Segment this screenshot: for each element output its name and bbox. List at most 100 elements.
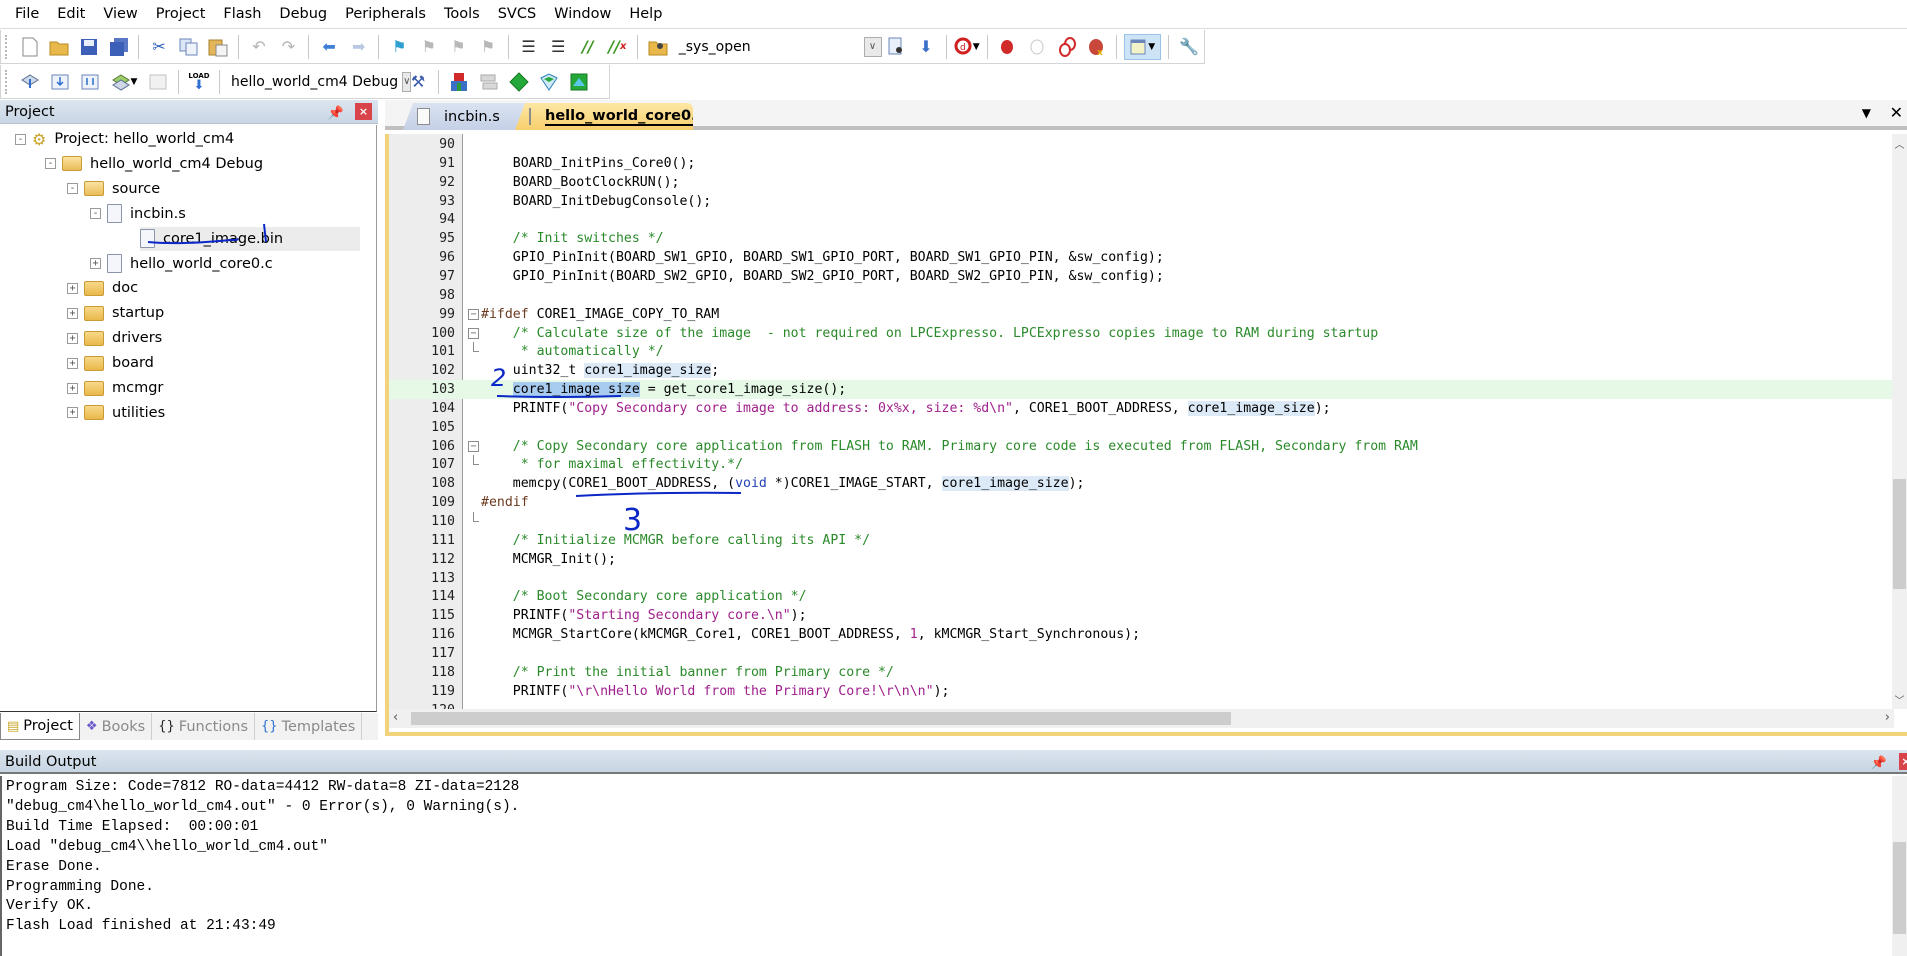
fold-toggle-icon[interactable]: − (468, 308, 479, 320)
target-options-icon[interactable]: ⚒ (405, 69, 431, 95)
rebuild-icon[interactable] (77, 69, 103, 95)
undo-icon[interactable]: ↶ (246, 34, 272, 60)
collapse-icon[interactable]: - (67, 183, 78, 195)
fold-toggle-icon[interactable]: − (468, 327, 479, 339)
code-line[interactable]: 116 MCMGR_StartCore(kMCMGR_Core1, CORE1_… (389, 625, 1894, 644)
expand-icon[interactable]: + (67, 282, 78, 294)
menu-peripherals[interactable]: Peripherals (336, 0, 435, 29)
build-output-scrollbar[interactable] (1892, 776, 1907, 956)
scroll-down-icon[interactable]: ﹀ (1892, 692, 1907, 707)
select-packs-icon[interactable] (506, 69, 532, 95)
code-line[interactable]: 111 /* Initialize MCMGR before calling i… (389, 531, 1894, 550)
manage-components-icon[interactable] (446, 69, 472, 95)
navigate-back-icon[interactable]: ⬅ (316, 34, 342, 60)
tab-hello-world-core0-c[interactable]: hello_world_core0.c (515, 103, 693, 130)
code-line[interactable]: 115 PRINTF("Starting Secondary core.\n")… (389, 606, 1894, 625)
fold-toggle-icon[interactable]: − (468, 440, 479, 452)
code-line[interactable]: 93 BOARD_InitDebugConsole(); (389, 192, 1894, 211)
code-line[interactable]: 96 GPIO_PinInit(BOARD_SW1_GPIO, BOARD_SW… (389, 248, 1894, 267)
target-select[interactable]: hello_world_cm4 Debug ∨ (225, 70, 412, 94)
build-output-window[interactable]: Program Size: Code=7812 RO-data=4412 RW-… (0, 776, 1907, 956)
cut-icon[interactable]: ✂ (146, 34, 172, 60)
code-line[interactable]: 106 − /* Copy Secondary core application … (389, 437, 1894, 456)
new-file-icon[interactable] (17, 34, 43, 60)
paste-icon[interactable] (206, 34, 232, 60)
menu-project[interactable]: Project (147, 0, 215, 29)
close-tab-icon[interactable]: ✕ (1890, 103, 1903, 122)
menu-debug[interactable]: Debug (270, 0, 336, 29)
menu-file[interactable]: File (6, 0, 48, 29)
incremental-find-icon[interactable]: ⬇ (913, 34, 939, 60)
code-line[interactable]: 120 (389, 701, 1894, 710)
clear-bookmarks-icon[interactable]: ⚑ (475, 34, 501, 60)
kill-breakpoints-icon[interactable]: x (1083, 34, 1109, 60)
find-combo-value[interactable]: _sys_open (679, 39, 860, 55)
collapse-icon[interactable]: - (15, 133, 26, 145)
translate-icon[interactable] (17, 69, 43, 95)
scroll-up-icon[interactable]: ︿ (1892, 136, 1907, 151)
scroll-left-icon[interactable]: ‹ (393, 710, 398, 725)
code-line[interactable]: 108 memcpy(CORE1_BOOT_ADDRESS, (void *)C… (389, 474, 1894, 493)
code-line[interactable]: 107 * for maximal effectivity.*/ (389, 455, 1894, 474)
save-icon[interactable] (76, 34, 102, 60)
code-line[interactable]: 90 (389, 135, 1894, 154)
collapse-icon[interactable]: - (45, 158, 56, 170)
prev-bookmark-icon[interactable]: ⚑ (416, 34, 442, 60)
code-line[interactable]: 98 (389, 286, 1894, 305)
target-select-value[interactable]: hello_world_cm4 Debug (231, 74, 398, 90)
tree-item[interactable]: + startup (67, 301, 164, 325)
tab-books[interactable]: ❖ Books (80, 713, 153, 740)
toolbar-grip[interactable] (5, 34, 9, 59)
code-line[interactable]: 95 /* Init switches */ (389, 229, 1894, 248)
code-line[interactable]: 92 BOARD_BootClockRUN(); (389, 173, 1894, 192)
editor-horizontal-scrollbar[interactable]: ‹ › (389, 709, 1894, 728)
code-line[interactable]: 94 (389, 210, 1894, 229)
tree-item[interactable]: + mcmgr (67, 376, 163, 400)
indent-icon[interactable]: ☰ (516, 34, 542, 60)
code-line[interactable]: 117 (389, 644, 1894, 663)
batch-build-icon[interactable]: ▼ (107, 69, 141, 95)
chevron-down-icon[interactable]: ∨ (863, 36, 882, 57)
menu-edit[interactable]: Edit (48, 0, 94, 29)
menu-view[interactable]: View (94, 0, 146, 29)
code-line[interactable]: 99 − #ifdef CORE1_IMAGE_COPY_TO_RAM (389, 305, 1894, 324)
breakpoint-icon[interactable] (995, 34, 1021, 60)
tab-templates[interactable]: {} Templates (255, 713, 363, 740)
download-icon[interactable]: LOAD ⬇ (186, 69, 212, 95)
navigate-forward-icon[interactable]: ➡ (346, 34, 372, 60)
code-line[interactable]: 110 (389, 512, 1894, 531)
code-line[interactable]: 109 #endif (389, 493, 1894, 512)
tree-item[interactable]: + utilities (67, 401, 165, 425)
code-line[interactable]: 103 core1_image_size = get_core1_image_s… (389, 380, 1894, 400)
code-line[interactable]: 100 − /* Calculate size of the image - no… (389, 324, 1894, 343)
editor-vertical-scrollbar[interactable]: ︿ ﹀ (1892, 134, 1907, 709)
menu-window[interactable]: Window (545, 0, 620, 29)
file-extensions-icon[interactable] (476, 69, 502, 95)
copy-icon[interactable] (176, 34, 202, 60)
code-area[interactable]: 90 91 BOARD_InitPins_Core0(); 92 BOARD_Boo… (389, 134, 1894, 709)
redo-icon[interactable]: ↷ (276, 34, 302, 60)
tab-incbin-s[interactable]: incbin.s (403, 103, 533, 130)
uncomment-icon[interactable]: //x (605, 34, 631, 60)
tree-item[interactable]: + hello_world_core0.c (90, 252, 273, 276)
find-in-files-icon[interactable] (645, 34, 671, 60)
code-line[interactable]: 113 (389, 569, 1894, 588)
code-line[interactable]: 97 GPIO_PinInit(BOARD_SW2_GPIO, BOARD_SW… (389, 267, 1894, 286)
code-line[interactable]: 114 /* Boot Secondary core application *… (389, 587, 1894, 606)
expand-icon[interactable]: + (67, 357, 78, 369)
tree-item[interactable]: + doc (67, 276, 138, 300)
tree-item[interactable]: + drivers (67, 326, 162, 350)
unindent-icon[interactable]: ☰ (545, 34, 571, 60)
expand-icon[interactable]: + (67, 332, 78, 344)
software-packs-icon[interactable] (566, 69, 592, 95)
bookmark-icon[interactable]: ⚑ (386, 34, 412, 60)
tree-item[interactable]: - ⚙ Project: hello_world_cm4 (15, 127, 234, 151)
scrollbar-thumb[interactable] (1893, 842, 1906, 934)
find-icon[interactable] (884, 34, 910, 60)
tree-item[interactable]: + board (67, 351, 154, 375)
tab-functions[interactable]: {} Functions (152, 713, 256, 740)
code-line[interactable]: 102 uint32_t core1_image_size; (389, 361, 1894, 380)
build-icon[interactable] (47, 69, 73, 95)
menu-tools[interactable]: Tools (435, 0, 489, 29)
expand-icon[interactable]: + (67, 307, 78, 319)
